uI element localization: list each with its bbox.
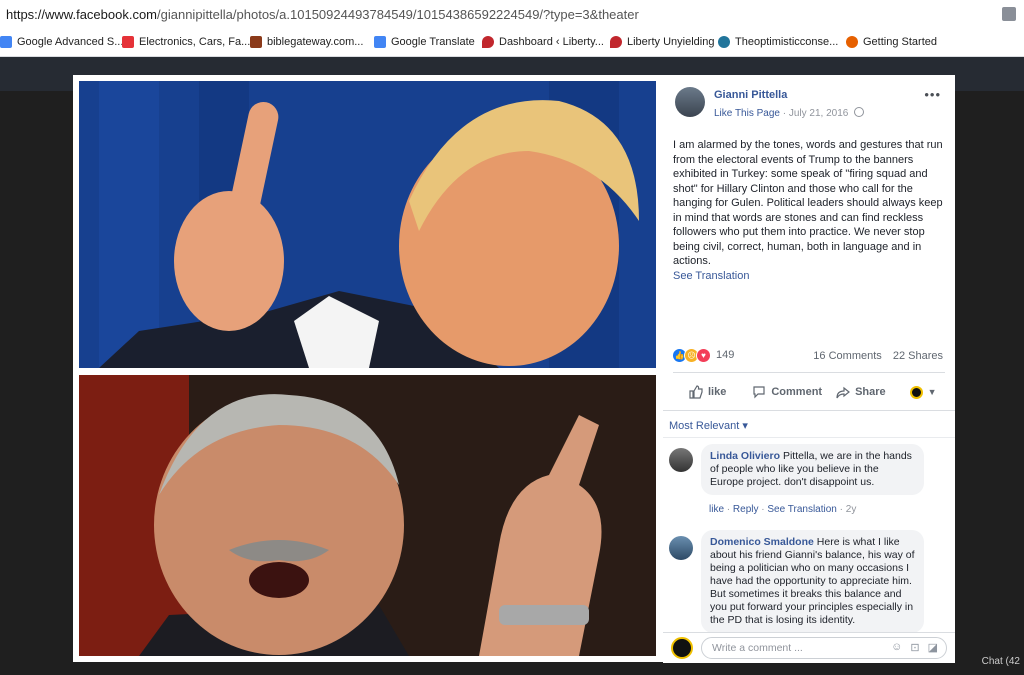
bookmark-optimistic-conservative[interactable]: Theoptimisticconse... — [718, 36, 838, 48]
reactions-summary[interactable]: 👍 ☹ ♥ 149 — [672, 347, 734, 363]
share-arrow-icon — [836, 386, 851, 399]
bookmark-google-advanced[interactable]: Google Advanced S... — [0, 36, 123, 48]
share-button[interactable]: Share — [836, 385, 886, 399]
photo-divider — [79, 368, 656, 375]
avatar — [671, 637, 693, 659]
photo-bottom-image — [79, 375, 656, 656]
divider — [663, 410, 955, 411]
divider — [673, 372, 945, 373]
shares-count-link[interactable]: 22 Shares — [893, 350, 943, 362]
wordpress-icon — [718, 36, 730, 48]
comment-author[interactable]: Linda Oliviero — [710, 450, 780, 462]
post-text: I am alarmed by the tones, words and ges… — [673, 139, 943, 267]
author-name[interactable]: Gianni Pittella — [714, 89, 787, 101]
comment-reply-link[interactable]: Reply — [733, 504, 759, 515]
photo-top-image — [79, 81, 656, 368]
comment-like-link[interactable]: like — [709, 504, 724, 515]
comments-list: Linda Oliviero Pittella, we are in the h… — [663, 437, 955, 634]
comments-count-link[interactable]: 16 Comments — [813, 350, 881, 362]
like-page-link[interactable]: Like This Page — [714, 108, 780, 119]
comment-bubble: Domenico Smaldone Here is what I like ab… — [701, 530, 924, 633]
ebay-icon — [122, 36, 134, 48]
gif-icon[interactable]: ⊡ — [910, 641, 919, 654]
bookmark-biblegateway[interactable]: biblegateway.com... — [250, 36, 363, 48]
post-actions: like Comment Share ▼ — [673, 380, 945, 404]
comment-bubble: Linda Oliviero Pittella, we are in the h… — [701, 444, 924, 495]
shouting-man-illustration — [79, 375, 656, 656]
translate-icon — [374, 36, 386, 48]
bookmark-google-translate[interactable]: Google Translate — [374, 36, 475, 48]
pointing-man-illustration — [79, 81, 656, 368]
comment-age[interactable]: 2y — [846, 504, 857, 515]
bookmarks-bar: Google Advanced S... Electronics, Cars, … — [0, 30, 1024, 57]
reaction-count: 149 — [716, 349, 735, 361]
see-translation-link[interactable]: See Translation — [673, 270, 749, 282]
thumbs-up-icon — [689, 385, 703, 399]
comment-placeholder: Write a comment ... — [712, 642, 803, 654]
google-icon — [0, 36, 12, 48]
post-subline: Like This Page · July 21, 2016 — [714, 107, 865, 119]
comment-author[interactable]: Domenico Smaldone — [710, 536, 814, 548]
comment-translate-link[interactable]: See Translation — [767, 504, 837, 515]
sticker-icon[interactable]: ◪ — [928, 641, 938, 654]
translate-extension-icon[interactable] — [1002, 7, 1016, 21]
flame-icon — [610, 36, 622, 48]
post-stats: 16 Comments 22 Shares — [805, 350, 943, 362]
love-reaction-icon: ♥ — [696, 347, 711, 363]
post-sidebar: Gianni Pittella Like This Page · July 21… — [663, 75, 955, 663]
bookmark-liberty-unyielding[interactable]: Liberty Unyielding — [610, 36, 714, 48]
bookmark-ebay[interactable]: Electronics, Cars, Fa... — [122, 36, 250, 48]
page-avatar-icon — [909, 385, 923, 399]
photo[interactable] — [79, 81, 656, 656]
like-button[interactable]: like — [689, 385, 726, 399]
url-text[interactable]: https://www.facebook.com/giannipittella/… — [6, 7, 639, 22]
avatar[interactable] — [669, 448, 693, 472]
chat-tab[interactable]: Chat (42 — [982, 656, 1020, 667]
comment-text: Here is what I like about his friend Gia… — [710, 536, 915, 626]
firefox-icon — [846, 36, 858, 48]
bookmark-getting-started[interactable]: Getting Started — [846, 36, 937, 48]
chevron-down-icon: ▼ — [927, 387, 937, 397]
avatar[interactable] — [669, 536, 693, 560]
address-bar[interactable]: https://www.facebook.com/giannipittella/… — [0, 0, 1024, 31]
emoji-icon[interactable]: ☺ — [891, 641, 902, 654]
comment-icon — [753, 386, 765, 399]
profile-selector[interactable]: ▼ — [909, 385, 937, 399]
flame-icon — [482, 36, 494, 48]
comment-sort-dropdown[interactable]: Most Relevant ▾ — [669, 419, 748, 432]
bookmark-dashboard[interactable]: Dashboard ‹ Liberty... — [482, 36, 604, 48]
comment-input[interactable]: Write a comment ... ☺ ⊡ ◪ — [701, 637, 947, 659]
more-options-icon[interactable]: ••• — [924, 87, 941, 102]
comment-composer: Write a comment ... ☺ ⊡ ◪ — [663, 632, 955, 663]
photo-theater: Gianni Pittella Like This Page · July 21… — [73, 75, 955, 663]
comment-meta: like · Reply · See Translation · 2y — [709, 504, 857, 515]
post-date[interactable]: July 21, 2016 — [789, 108, 849, 119]
comment-button[interactable]: Comment — [752, 385, 822, 399]
biblegateway-icon — [250, 36, 262, 48]
globe-icon — [854, 107, 865, 117]
author-avatar[interactable] — [675, 87, 705, 117]
